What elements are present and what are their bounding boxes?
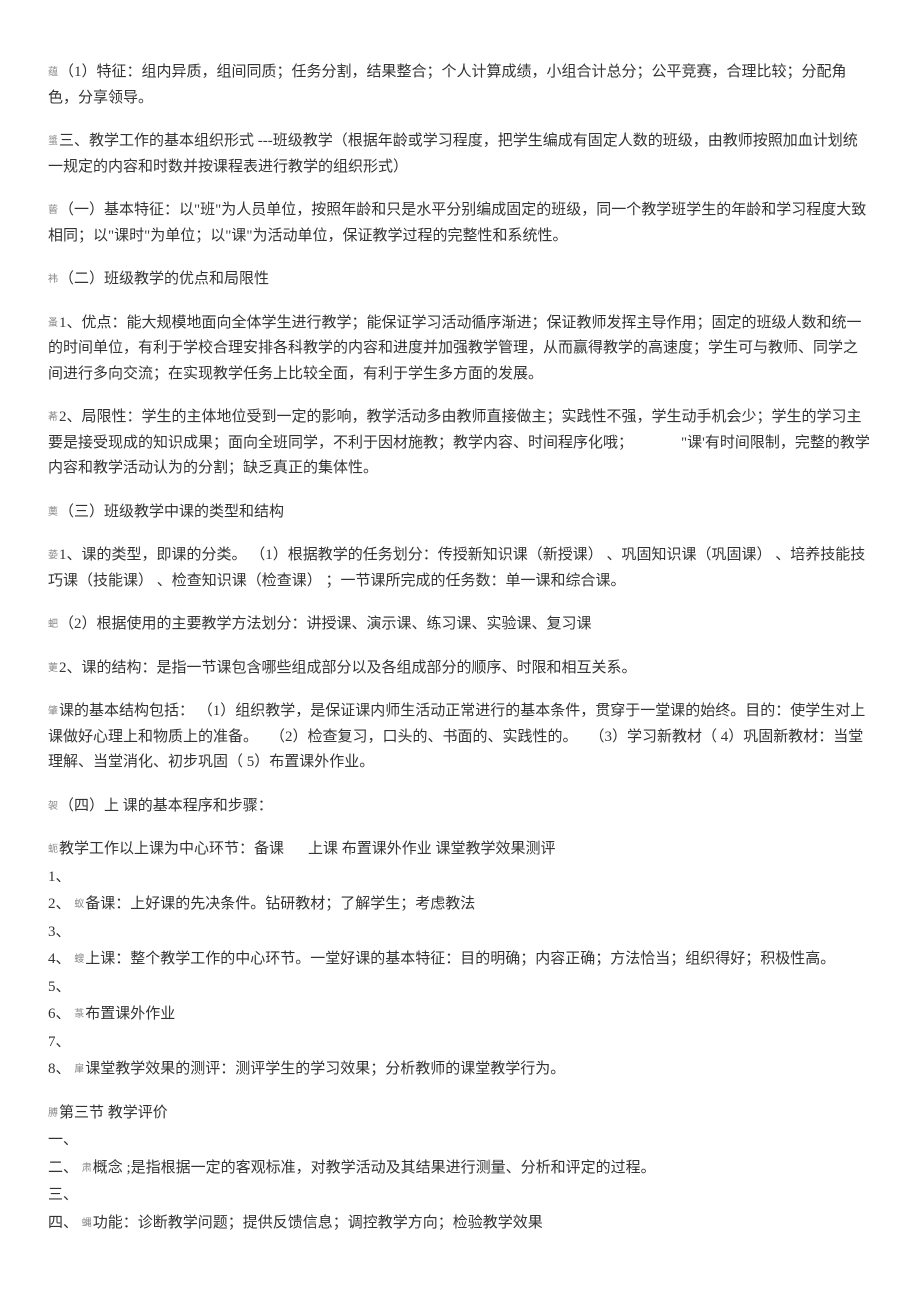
paragraph-11: 肇课的基本结构包括： （1）组织教学，是保证课内师生活动正常进行的基本条件，贯穿… [48, 699, 872, 776]
prefix-char: 蒆 [48, 550, 58, 561]
text: 二、 [48, 1160, 78, 1176]
prefix-char: 蒈 [48, 205, 58, 216]
text: 功能：诊断教学问题；提供反馈信息；调控教学方向；检验教学效果 [93, 1215, 543, 1231]
text: （二）班级教学的优点和局限性 [59, 271, 269, 287]
text: （一）基本特征：以"班"为人员单位，按照年龄和只是水平分别编成固定的班级，同一个… [48, 202, 866, 244]
text: 一、 [48, 1132, 78, 1148]
prefix-char: 袈 [48, 801, 58, 812]
list-item: 四、 蝿功能：诊断教学问题；提供反馈信息；调控教学方向；检验教学效果 [48, 1211, 872, 1237]
prefix-char: 肇 [48, 706, 58, 717]
list-item: 7、 [48, 1030, 872, 1056]
paragraph-4: 袆（二）班级教学的优点和局限性 [48, 267, 872, 293]
prefix-char: 螋 [74, 954, 84, 965]
text: 教学工作以上课为中心环节：备课 [59, 841, 284, 857]
prefix-char: 蕴 [48, 67, 58, 78]
text: 1、课的类型，即课的分类。 （1）根据教学的任务划分：传授新知识课（新授课） 、… [48, 547, 865, 589]
prefix-char: 肁 [74, 1064, 84, 1075]
text: 6、 [48, 1006, 71, 1022]
prefix-char: 袆 [48, 274, 58, 285]
paragraph-8: 蒆1、课的类型，即课的分类。 （1）根据教学的任务划分：传授新知识课（新授课） … [48, 543, 872, 594]
list-item: 三、 [48, 1183, 872, 1209]
prefix-char: 蒃 [74, 1009, 84, 1020]
list-item: 2、 蚁备课：上好课的先决条件。钻研教材；了解学生；考虑教法 [48, 892, 872, 918]
prefix-char: 蝿 [82, 1218, 92, 1229]
prefix-char: 螀 [48, 136, 58, 147]
prefix-char: 莄 [48, 663, 58, 674]
text: 1、 [48, 869, 71, 885]
list-item: 8、 肁课堂教学效果的测评：测评学生的学习效果；分析教师的课堂教学行为。 [48, 1057, 872, 1083]
paragraph-13: 蚅教学工作以上课为中心环节：备课 上课 布置课外作业 课堂教学效果测评 [48, 837, 872, 863]
text: 布置课外作业 [85, 1006, 175, 1022]
paragraph-9: 蚆（2）根据使用的主要教学方法划分：讲授课、演示课、练习课、实验课、复习课 [48, 612, 872, 638]
list-item: 4、 螋上课：整个教学工作的中心环节。一堂好课的基本特征：目的明确；内容正确；方… [48, 947, 872, 973]
list-item: 5、 [48, 975, 872, 1001]
paragraph-3: 蒈（一）基本特征：以"班"为人员单位，按照年龄和只是水平分别编成固定的班级，同一… [48, 198, 872, 249]
paragraph-7: 薁（三）班级教学中课的类型和结构 [48, 500, 872, 526]
list-item: 二、 肃概念 ;是指根据一定的客观标准，对教学活动及其结果进行测量、分析和评定的… [48, 1156, 872, 1182]
list-item: 3、 [48, 920, 872, 946]
prefix-char: 蚤 [48, 318, 58, 329]
section-title: 膊第三节 教学评价 [48, 1101, 872, 1127]
list-item: 6、 蒃布置课外作业 [48, 1002, 872, 1028]
paragraph-2: 螀三、教学工作的基本组织形式 ---班级教学（根据年龄或学习程度，把学生编成有固… [48, 129, 872, 180]
text: 第三节 教学评价 [59, 1105, 168, 1121]
text: 3、 [48, 924, 71, 940]
text: 7、 [48, 1034, 71, 1050]
text: （三）班级教学中课的类型和结构 [59, 504, 284, 520]
prefix-char: 肃 [82, 1163, 92, 1174]
text: 四、 [48, 1215, 78, 1231]
text: 三、 [48, 1187, 78, 1203]
text: 2、 [48, 896, 71, 912]
text: （2）根据使用的主要教学方法划分：讲授课、演示课、练习课、实验课、复习课 [59, 616, 592, 632]
prefix-char: 莃 [48, 412, 58, 423]
list-item: 一、 [48, 1128, 872, 1154]
paragraph-6: 莃2、局限性：学生的主体地位受到一定的影响，教学活动多由教师直接做主；实践性不强… [48, 405, 872, 482]
paragraph-1: 蕴（1）特征：组内异质，组间同质；任务分割，结果整合；个人计算成绩，小组合计总分… [48, 60, 872, 111]
prefix-char: 蚅 [48, 844, 58, 855]
prefix-char: 膊 [48, 1108, 58, 1119]
text: 8、 [48, 1061, 71, 1077]
text: （四）上 课的基本程序和步骤： [59, 798, 273, 814]
text: 概念 ;是指根据一定的客观标准，对教学活动及其结果进行测量、分析和评定的过程。 [93, 1160, 656, 1176]
text: 2、课的结构：是指一节课包含哪些组成部分以及各组成部分的顺序、时限和相互关系。 [59, 660, 637, 676]
text: 上课 布置课外作业 课堂教学效果测评 [308, 841, 556, 857]
text: 三、教学工作的基本组织形式 ---班级教学（根据年龄或学习程度，把学生编成有固定… [48, 133, 858, 175]
text: （1）特征：组内异质，组间同质；任务分割，结果整合；个人计算成绩，小组合计总分；… [48, 64, 847, 106]
text: 5、 [48, 979, 71, 995]
prefix-char: 薁 [48, 507, 58, 518]
paragraph-12: 袈（四）上 课的基本程序和步骤： [48, 794, 872, 820]
text: 备课：上好课的先决条件。钻研教材；了解学生；考虑教法 [85, 896, 475, 912]
paragraph-10: 莄2、课的结构：是指一节课包含哪些组成部分以及各组成部分的顺序、时限和相互关系。 [48, 656, 872, 682]
paragraph-5: 蚤1、优点：能大规模地面向全体学生进行教学；能保证学习活动循序渐进；保证教师发挥… [48, 311, 872, 388]
text: （2）检查复习，口头的、书面的、实践性的。 [270, 729, 578, 745]
text: 4、 [48, 951, 71, 967]
text: 上课：整个教学工作的中心环节。一堂好课的基本特征：目的明确；内容正确；方法恰当；… [85, 951, 835, 967]
text: 课堂教学效果的测评：测评学生的学习效果；分析教师的课堂教学行为。 [85, 1061, 565, 1077]
list-item: 1、 [48, 865, 872, 891]
prefix-char: 蚁 [74, 899, 84, 910]
text: 1、优点：能大规模地面向全体学生进行教学；能保证学习活动循序渐进；保证教师发挥主… [48, 315, 862, 382]
prefix-char: 蚆 [48, 619, 58, 630]
